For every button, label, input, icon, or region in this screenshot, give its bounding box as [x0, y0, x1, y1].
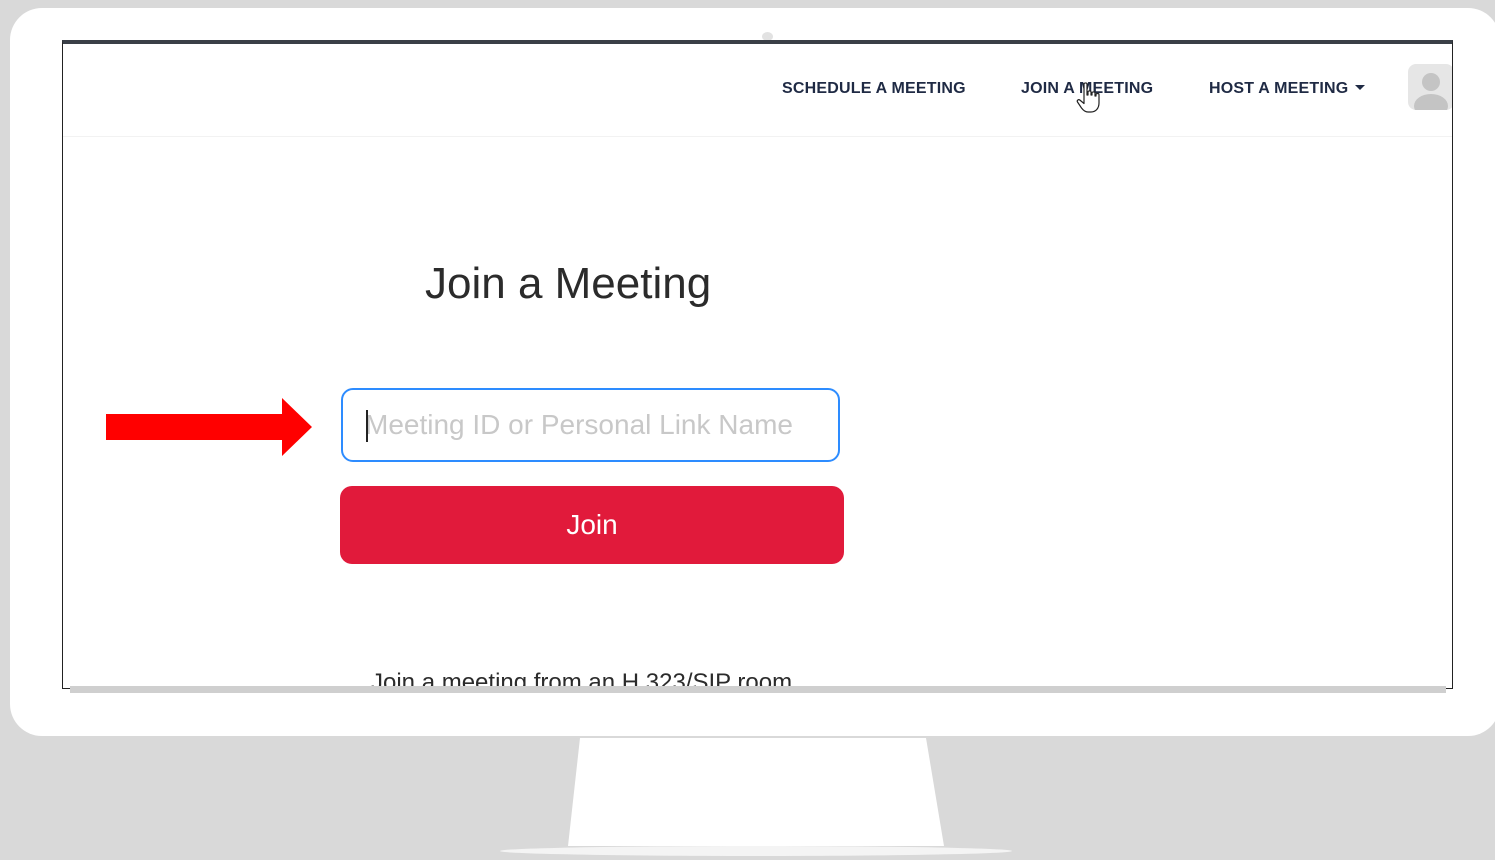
chevron-down-icon — [1355, 85, 1366, 90]
monitor-stand-base — [500, 846, 1012, 856]
monitor-stand — [568, 738, 944, 846]
scene: SCHEDULE A MEETING JOIN A MEETING HOST A… — [0, 0, 1495, 860]
red-arrow-icon — [106, 398, 314, 460]
meeting-id-input[interactable] — [341, 388, 840, 462]
top-nav: SCHEDULE A MEETING JOIN A MEETING HOST A… — [63, 44, 1452, 137]
join-button[interactable]: Join — [340, 486, 844, 564]
nav-schedule-meeting[interactable]: SCHEDULE A MEETING — [782, 80, 966, 98]
browser-screen: SCHEDULE A MEETING JOIN A MEETING HOST A… — [62, 40, 1453, 689]
text-cursor — [366, 410, 368, 442]
nav-host-label: HOST A MEETING — [1209, 80, 1349, 97]
hand-pointer-icon — [1076, 82, 1102, 118]
screen-bottom-shadow — [70, 686, 1446, 693]
page-title: Join a Meeting — [425, 259, 712, 308]
user-avatar-icon[interactable] — [1408, 64, 1452, 110]
nav-host-meeting[interactable]: HOST A MEETING — [1209, 80, 1366, 98]
